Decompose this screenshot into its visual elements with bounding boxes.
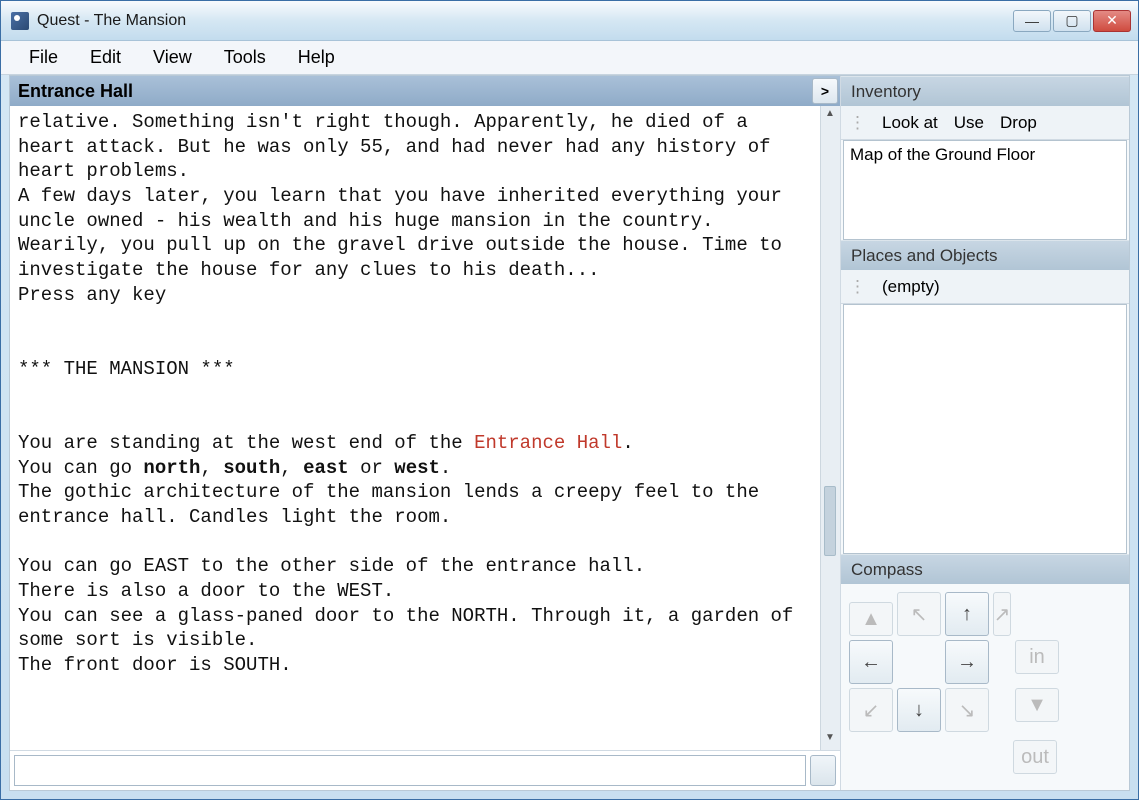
story-line: . (622, 432, 633, 454)
story-line: The gothic architecture of the mansion l… (18, 481, 771, 528)
story-output: relative. Something isn't right though. … (10, 106, 820, 750)
compass-down-button[interactable]: ▼ (1015, 688, 1059, 722)
window-controls: — ▢ ✕ (1013, 10, 1131, 32)
scroll-down-icon[interactable]: ▼ (823, 732, 837, 748)
menu-view[interactable]: View (137, 43, 208, 72)
inventory-header: Inventory (841, 76, 1129, 106)
compass-up-button[interactable]: ▲ (849, 602, 893, 636)
story-line: You are standing at the west end of the (18, 432, 474, 454)
action-look[interactable]: Look at (882, 113, 938, 133)
story-line: A few days later, you learn that you hav… (18, 185, 793, 281)
toggle-sidebar-button[interactable]: > (812, 78, 838, 104)
location-link[interactable]: Entrance Hall (474, 432, 622, 454)
menu-tools[interactable]: Tools (208, 43, 282, 72)
app-window: Quest - The Mansion — ▢ ✕ File Edit View… (0, 0, 1139, 800)
inventory-list[interactable]: Map of the Ground Floor (843, 140, 1127, 240)
action-drop[interactable]: Drop (1000, 113, 1037, 133)
menubar: File Edit View Tools Help (1, 41, 1138, 75)
menu-help[interactable]: Help (282, 43, 351, 72)
scroll-up-icon[interactable]: ▲ (823, 108, 837, 124)
main-pane: Entrance Hall > relative. Something isn'… (10, 76, 841, 790)
scroll-thumb[interactable] (824, 486, 836, 556)
compass-sw-button[interactable]: ↙ (849, 688, 893, 732)
direction-west: west (394, 457, 440, 479)
places-empty-label: (empty) (882, 277, 940, 297)
story-scrollbar[interactable]: ▲ ▼ (820, 106, 840, 750)
compass-e-button[interactable]: → (945, 640, 989, 684)
compass-extra: out (841, 740, 1129, 782)
direction-east: east (303, 457, 349, 479)
grip-icon: ⋮ (849, 113, 864, 133)
menu-edit[interactable]: Edit (74, 43, 137, 72)
story-wrap: relative. Something isn't right though. … (10, 106, 840, 750)
close-button[interactable]: ✕ (1093, 10, 1131, 32)
side-pane: Inventory ⋮ Look at Use Drop Map of the … (841, 76, 1129, 790)
compass-ne-button[interactable]: ↗ (993, 592, 1011, 636)
compass-se-button[interactable]: ↘ (945, 688, 989, 732)
compass-n-button[interactable]: ↑ (945, 592, 989, 636)
places-actions: ⋮ (empty) (841, 270, 1129, 304)
command-row (10, 750, 840, 790)
compass-header: Compass (841, 554, 1129, 584)
compass-nw-button[interactable]: ↖ (897, 592, 941, 636)
maximize-button[interactable]: ▢ (1053, 10, 1091, 32)
story-line: Press any key (18, 284, 166, 306)
story-banner: *** THE MANSION *** (18, 358, 235, 380)
inventory-item[interactable]: Map of the Ground Floor (844, 141, 1126, 169)
places-header: Places and Objects (841, 240, 1129, 270)
location-bar: Entrance Hall > (10, 76, 840, 106)
command-side-button[interactable] (810, 755, 836, 786)
compass-grid: ↖ ↑ ↗ ▲ ← → in ↙ ↓ ↘ ▼ (841, 584, 1129, 740)
command-input[interactable] (14, 755, 806, 786)
menu-file[interactable]: File (13, 43, 74, 72)
window-title: Quest - The Mansion (37, 12, 1013, 30)
story-line: You can see a glass-paned door to the NO… (18, 605, 805, 652)
inventory-actions: ⋮ Look at Use Drop (841, 106, 1129, 140)
minimize-button[interactable]: — (1013, 10, 1051, 32)
story-line: You can go (18, 457, 143, 479)
story-line: You can go EAST to the other side of the… (18, 555, 645, 577)
content-area: Entrance Hall > relative. Something isn'… (9, 75, 1130, 791)
titlebar: Quest - The Mansion — ▢ ✕ (1, 1, 1138, 41)
action-use[interactable]: Use (954, 113, 984, 133)
compass-out-button[interactable]: out (1013, 740, 1057, 774)
app-icon (11, 12, 29, 30)
compass-in-button[interactable]: in (1015, 640, 1059, 674)
grip-icon: ⋮ (849, 277, 864, 297)
location-name: Entrance Hall (18, 81, 133, 102)
story-line: There is also a door to the WEST. (18, 580, 394, 602)
compass-w-button[interactable]: ← (849, 640, 893, 684)
story-line: The front door is SOUTH. (18, 654, 292, 676)
direction-south: south (223, 457, 280, 479)
direction-north: north (143, 457, 200, 479)
places-list[interactable] (843, 304, 1127, 554)
story-line: relative. Something isn't right though. … (18, 111, 782, 182)
compass-s-button[interactable]: ↓ (897, 688, 941, 732)
